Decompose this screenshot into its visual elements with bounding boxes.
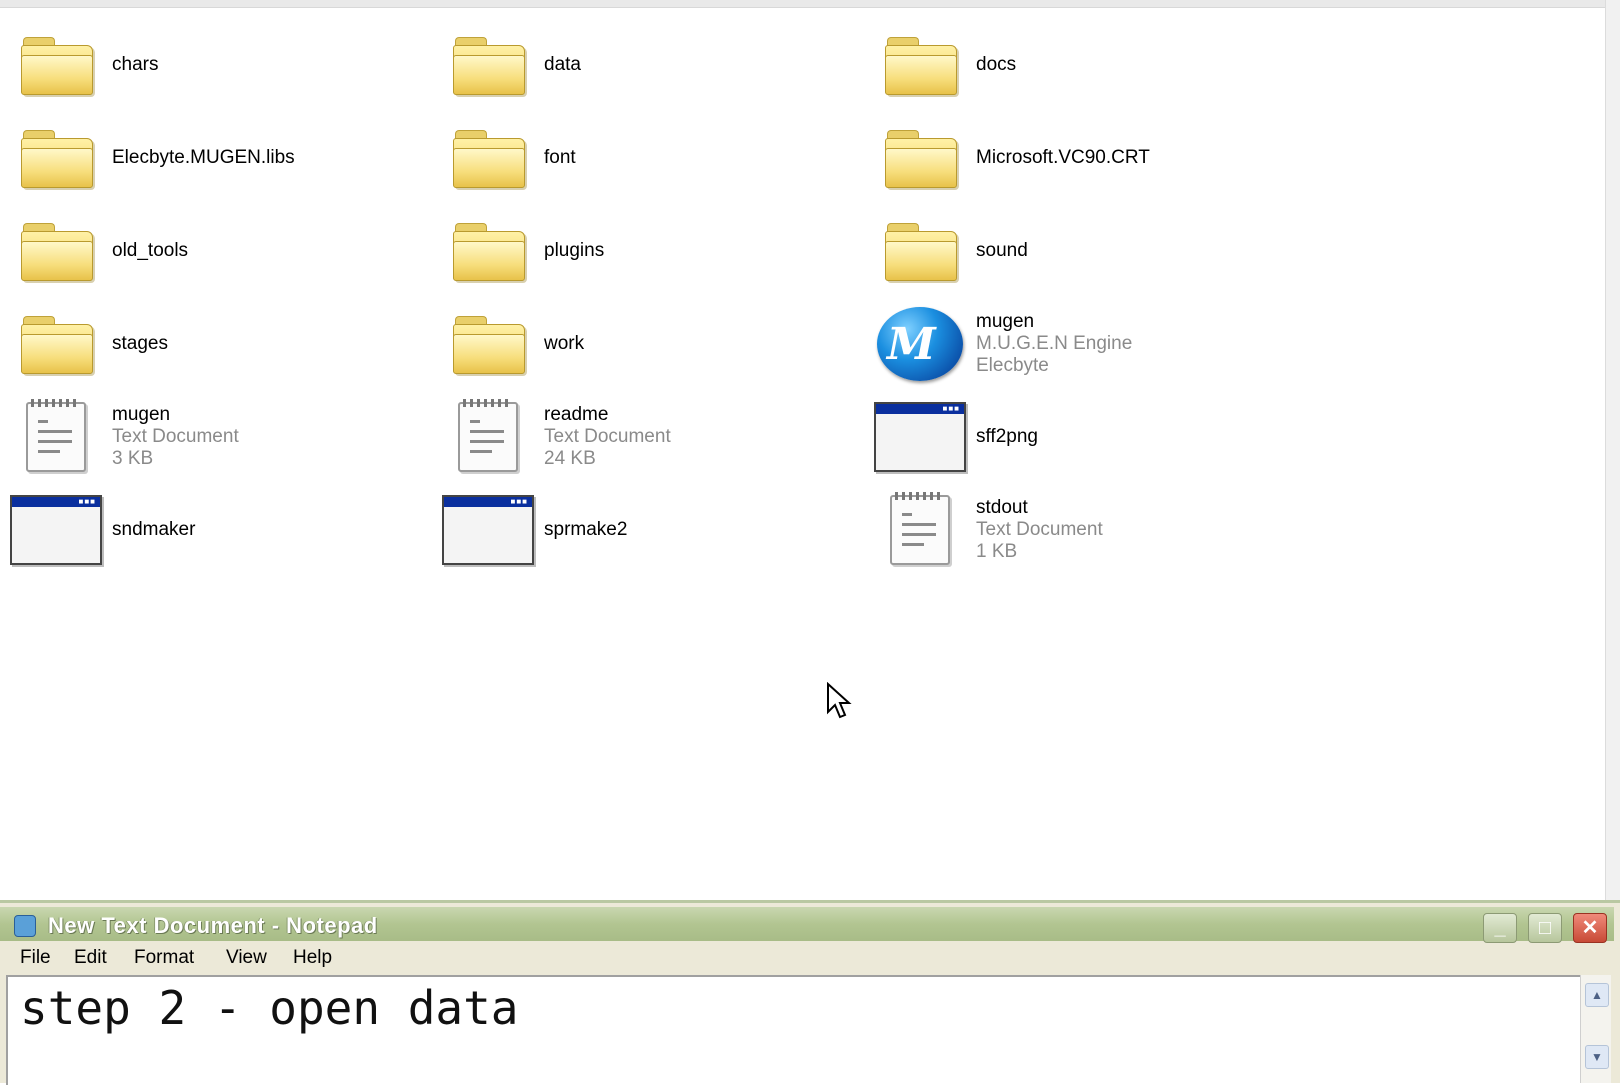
file-type: Text Document — [976, 519, 1103, 540]
folder-icon — [872, 25, 968, 105]
notepad-app-icon[interactable] — [14, 915, 36, 937]
file-item-elecbyte-libs[interactable]: Elecbyte.MUGEN.libs — [8, 113, 428, 203]
file-item-chars[interactable]: chars — [8, 20, 428, 110]
menu-edit[interactable]: Edit — [74, 947, 107, 969]
editor-content: step 2 - open data — [20, 981, 519, 1035]
minimize-icon: _ — [1494, 917, 1506, 939]
file-name: stages — [112, 333, 168, 354]
file-item-sprmake2[interactable]: ■■■ sprmake2 — [440, 485, 860, 575]
folder-icon — [8, 304, 104, 384]
scroll-down-arrow-icon[interactable]: ▼ — [1585, 1045, 1609, 1069]
file-info: mugen M.U.G.E.N Engine Elecbyte — [976, 311, 1132, 377]
folder-icon — [872, 118, 968, 198]
folder-icon — [8, 211, 104, 291]
explorer-top-border — [0, 0, 1620, 8]
file-company: Elecbyte — [976, 355, 1049, 376]
folder-icon — [872, 211, 968, 291]
file-size: 3 KB — [112, 448, 154, 469]
file-item-plugins[interactable]: plugins — [440, 206, 860, 296]
file-info: stdout Text Document 1 KB — [976, 497, 1103, 563]
file-name: Elecbyte.MUGEN.libs — [112, 147, 295, 168]
file-type: Text Document — [544, 426, 671, 447]
file-item-sndmaker[interactable]: ■■■ sndmaker — [8, 485, 428, 575]
file-name: font — [544, 147, 576, 168]
window-title: New Text Document - Notepad — [48, 913, 378, 938]
application-window-icon: ■■■ — [872, 397, 968, 477]
vertical-scrollbar[interactable]: ▲ ▼ — [1580, 975, 1611, 1083]
text-document-icon — [8, 397, 104, 477]
file-item-data[interactable]: data — [440, 20, 860, 110]
file-info: mugen Text Document 3 KB — [112, 404, 239, 470]
file-item-work[interactable]: work — [440, 299, 860, 389]
folder-icon — [440, 118, 536, 198]
close-button[interactable]: ✕ — [1573, 913, 1607, 943]
file-name: data — [544, 54, 581, 75]
file-info: readme Text Document 24 KB — [544, 404, 671, 470]
file-item-font[interactable]: font — [440, 113, 860, 203]
file-name: old_tools — [112, 240, 189, 261]
folder-icon — [440, 25, 536, 105]
file-item-readme[interactable]: readme Text Document 24 KB — [440, 392, 860, 482]
menu-help[interactable]: Help — [293, 947, 332, 969]
application-window-icon: ■■■ — [440, 490, 536, 570]
text-document-icon — [872, 490, 968, 570]
file-item-stages[interactable]: stages — [8, 299, 428, 389]
file-size: 1 KB — [976, 541, 1018, 562]
file-item-mugen-txt[interactable]: mugen Text Document 3 KB — [8, 392, 428, 482]
menu-bar: File Edit Format View Help — [0, 943, 1614, 971]
text-editor-area[interactable]: step 2 - open data — [6, 975, 1580, 1085]
file-size: 24 KB — [544, 448, 596, 469]
file-item-vc90-crt[interactable]: Microsoft.VC90.CRT — [872, 113, 1292, 203]
mouse-pointer-icon — [827, 682, 852, 719]
file-item-stdout[interactable]: stdout Text Document 1 KB — [872, 485, 1292, 575]
file-name: work — [544, 333, 585, 354]
file-name: sprmake2 — [544, 519, 628, 540]
maximize-button[interactable]: □ — [1528, 913, 1562, 943]
notepad-window: New Text Document - Notepad _ □ ✕ File E… — [0, 900, 1620, 1085]
menu-file[interactable]: File — [20, 947, 51, 969]
file-name: sndmaker — [112, 519, 196, 540]
file-name: sound — [976, 240, 1028, 261]
file-item-sound[interactable]: sound — [872, 206, 1292, 296]
file-type: Text Document — [112, 426, 239, 447]
folder-icon — [440, 211, 536, 291]
file-item-docs[interactable]: docs — [872, 20, 1292, 110]
folder-icon — [8, 118, 104, 198]
scroll-up-arrow-icon[interactable]: ▲ — [1585, 983, 1609, 1007]
file-item-mugen-exe[interactable]: M mugen M.U.G.E.N Engine Elecbyte — [872, 299, 1292, 389]
file-item-sff2png[interactable]: ■■■ sff2png — [872, 392, 1292, 482]
file-item-old-tools[interactable]: old_tools — [8, 206, 428, 296]
minimize-button[interactable]: _ — [1483, 913, 1517, 943]
explorer-scrollbar[interactable] — [1605, 0, 1620, 900]
file-name: plugins — [544, 240, 605, 261]
file-name: Microsoft.VC90.CRT — [976, 147, 1150, 168]
menu-view[interactable]: View — [226, 947, 267, 969]
folder-icon — [440, 304, 536, 384]
application-window-icon: ■■■ — [8, 490, 104, 570]
folder-icon — [8, 25, 104, 105]
file-description: M.U.G.E.N Engine — [976, 333, 1133, 354]
close-icon: ✕ — [1581, 917, 1599, 939]
maximize-icon: □ — [1538, 917, 1552, 939]
file-name: readme — [544, 404, 609, 425]
file-name: stdout — [976, 497, 1028, 518]
file-name: mugen — [976, 311, 1035, 332]
menu-format[interactable]: Format — [134, 947, 194, 969]
file-name: chars — [112, 54, 159, 75]
text-document-icon — [440, 397, 536, 477]
file-name: sff2png — [976, 426, 1038, 447]
file-name: docs — [976, 54, 1017, 75]
explorer-file-list: chars data docs Elecbyte.MUGEN.libs font… — [8, 20, 1308, 580]
notepad-title-bar[interactable]: New Text Document - Notepad _ □ ✕ — [0, 907, 1614, 943]
file-name: mugen — [112, 404, 171, 425]
mugen-logo-icon: M — [872, 304, 968, 384]
